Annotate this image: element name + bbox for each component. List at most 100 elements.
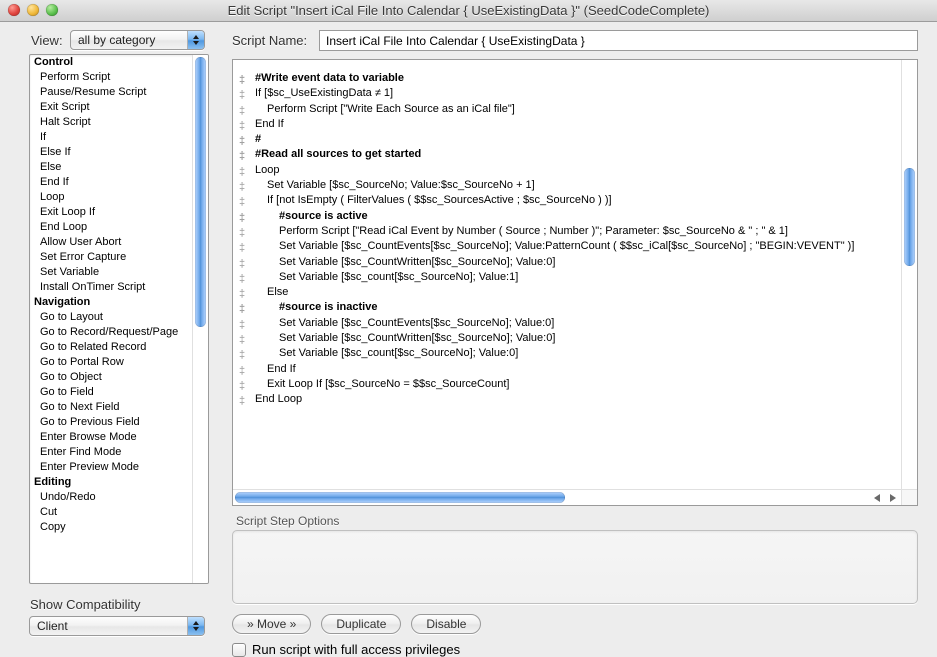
script-line[interactable]: ‡#Read all sources to get started: [255, 147, 895, 162]
drag-handle-icon[interactable]: ‡: [237, 257, 247, 272]
drag-handle-icon[interactable]: ‡: [237, 149, 247, 164]
drag-handle-icon[interactable]: ‡: [237, 272, 247, 287]
list-scrollbar[interactable]: [192, 55, 208, 583]
drag-handle-icon[interactable]: ‡: [237, 333, 247, 348]
scrollbar-thumb[interactable]: [235, 492, 565, 503]
step-item[interactable]: Copy: [30, 520, 192, 535]
step-item[interactable]: Install OnTimer Script: [30, 280, 192, 295]
script-steps-list[interactable]: ControlPerform ScriptPause/Resume Script…: [29, 54, 209, 584]
compatibility-select[interactable]: Client: [29, 616, 205, 636]
drag-handle-icon[interactable]: ‡: [237, 348, 247, 363]
script-line[interactable]: ‡If [not IsEmpty ( FilterValues ( $$sc_S…: [255, 193, 895, 208]
script-name-input[interactable]: [319, 30, 918, 51]
script-line[interactable]: ‡Set Variable [$sc_CountWritten[$sc_Sour…: [255, 255, 895, 270]
code-vertical-scrollbar[interactable]: [901, 60, 917, 489]
step-item[interactable]: Go to Field: [30, 385, 192, 400]
drag-handle-icon[interactable]: ‡: [237, 364, 247, 379]
step-item[interactable]: Enter Preview Mode: [30, 460, 192, 475]
duplicate-button[interactable]: Duplicate: [321, 614, 401, 634]
script-line[interactable]: ‡#: [255, 132, 895, 147]
script-line-text: If [not IsEmpty ( FilterValues ( $$sc_So…: [267, 194, 612, 206]
step-item[interactable]: Go to Previous Field: [30, 415, 192, 430]
step-item[interactable]: Loop: [30, 190, 192, 205]
script-line-text: Loop: [255, 164, 279, 176]
step-item[interactable]: Exit Script: [30, 100, 192, 115]
script-line[interactable]: ‡Perform Script ["Read iCal Event by Num…: [255, 224, 895, 239]
script-line[interactable]: ‡#source is active: [255, 209, 895, 224]
script-line[interactable]: ‡Perform Script ["Write Each Source as a…: [255, 102, 895, 117]
script-line[interactable]: ‡Set Variable [$sc_count[$sc_SourceNo]; …: [255, 346, 895, 361]
script-line[interactable]: ‡Else: [255, 285, 895, 300]
view-select[interactable]: all by category: [70, 30, 205, 50]
step-item[interactable]: Go to Next Field: [30, 400, 192, 415]
window-title: Edit Script "Insert iCal File Into Calen…: [228, 3, 710, 18]
step-item[interactable]: Halt Script: [30, 115, 192, 130]
script-line[interactable]: ‡Set Variable [$sc_SourceNo; Value:$sc_S…: [255, 178, 895, 193]
step-item[interactable]: Go to Layout: [30, 310, 192, 325]
show-compatibility-label: Show Compatibility: [30, 597, 141, 612]
drag-handle-icon[interactable]: ‡: [237, 134, 247, 149]
script-line[interactable]: ‡Set Variable [$sc_CountEvents[$sc_Sourc…: [255, 239, 895, 254]
script-line[interactable]: ‡#source is inactive: [255, 300, 895, 315]
drag-handle-icon[interactable]: ‡: [237, 165, 247, 180]
move-button[interactable]: » Move »: [232, 614, 311, 634]
scroll-right-icon[interactable]: [885, 490, 901, 505]
script-line[interactable]: ‡If [$sc_UseExistingData ≠ 1]: [255, 86, 895, 101]
drag-handle-icon[interactable]: ‡: [237, 180, 247, 195]
step-item[interactable]: Exit Loop If: [30, 205, 192, 220]
drag-handle-icon[interactable]: ‡: [237, 394, 247, 409]
full-access-checkbox[interactable]: [232, 643, 246, 657]
scrollbar-thumb[interactable]: [904, 168, 915, 266]
drag-handle-icon[interactable]: ‡: [237, 88, 247, 103]
script-body[interactable]: ‡ ‡#Write event data to variable‡If [$sc_…: [232, 59, 918, 506]
step-item[interactable]: Allow User Abort: [30, 235, 192, 250]
drag-handle-icon[interactable]: ‡: [237, 241, 247, 256]
step-item[interactable]: Enter Find Mode: [30, 445, 192, 460]
script-line[interactable]: ‡Set Variable [$sc_CountEvents[$sc_Sourc…: [255, 316, 895, 331]
drag-handle-icon[interactable]: ‡: [237, 318, 247, 333]
drag-handle-icon[interactable]: ‡: [237, 302, 247, 317]
script-line[interactable]: ‡Set Variable [$sc_count[$sc_SourceNo]; …: [255, 270, 895, 285]
zoom-icon[interactable]: [46, 4, 58, 16]
step-item[interactable]: End Loop: [30, 220, 192, 235]
step-item[interactable]: Perform Script: [30, 70, 192, 85]
drag-handle-icon[interactable]: ‡: [237, 119, 247, 134]
step-item[interactable]: Go to Portal Row: [30, 355, 192, 370]
scroll-corner: [901, 489, 917, 505]
step-item[interactable]: Go to Record/Request/Page: [30, 325, 192, 340]
step-item[interactable]: If: [30, 130, 192, 145]
script-line[interactable]: ‡Set Variable [$sc_CountWritten[$sc_Sour…: [255, 331, 895, 346]
step-item[interactable]: Go to Related Record: [30, 340, 192, 355]
step-item[interactable]: Else If: [30, 145, 192, 160]
drag-handle-icon[interactable]: ‡: [237, 287, 247, 302]
step-item[interactable]: Set Variable: [30, 265, 192, 280]
step-item[interactable]: Go to Object: [30, 370, 192, 385]
script-line-text: Set Variable [$sc_CountEvents[$sc_Source…: [279, 240, 854, 252]
step-item[interactable]: Cut: [30, 505, 192, 520]
disable-button[interactable]: Disable: [411, 614, 481, 634]
step-item[interactable]: Set Error Capture: [30, 250, 192, 265]
script-line[interactable]: ‡#Write event data to variable: [255, 71, 895, 86]
drag-handle-icon[interactable]: ‡: [237, 104, 247, 119]
titlebar: Edit Script "Insert iCal File Into Calen…: [0, 0, 937, 22]
drag-handle-icon[interactable]: ‡: [237, 379, 247, 394]
drag-handle-icon[interactable]: ‡: [237, 73, 247, 88]
step-item[interactable]: Undo/Redo: [30, 490, 192, 505]
step-item[interactable]: Enter Browse Mode: [30, 430, 192, 445]
script-line[interactable]: ‡End If: [255, 362, 895, 377]
drag-handle-icon[interactable]: ‡: [237, 211, 247, 226]
code-horizontal-scrollbar[interactable]: [233, 489, 901, 505]
close-icon[interactable]: [8, 4, 20, 16]
step-item[interactable]: Else: [30, 160, 192, 175]
scrollbar-thumb[interactable]: [195, 57, 206, 327]
drag-handle-icon[interactable]: ‡: [237, 226, 247, 241]
script-line[interactable]: ‡Loop: [255, 163, 895, 178]
minimize-icon[interactable]: [27, 4, 39, 16]
step-item[interactable]: Pause/Resume Script: [30, 85, 192, 100]
script-line[interactable]: ‡Exit Loop If [$sc_SourceNo = $$sc_Sourc…: [255, 377, 895, 392]
script-line[interactable]: ‡End Loop: [255, 392, 895, 407]
drag-handle-icon[interactable]: ‡: [237, 195, 247, 210]
scroll-left-icon[interactable]: [869, 490, 885, 505]
script-line[interactable]: ‡End If: [255, 117, 895, 132]
step-item[interactable]: End If: [30, 175, 192, 190]
